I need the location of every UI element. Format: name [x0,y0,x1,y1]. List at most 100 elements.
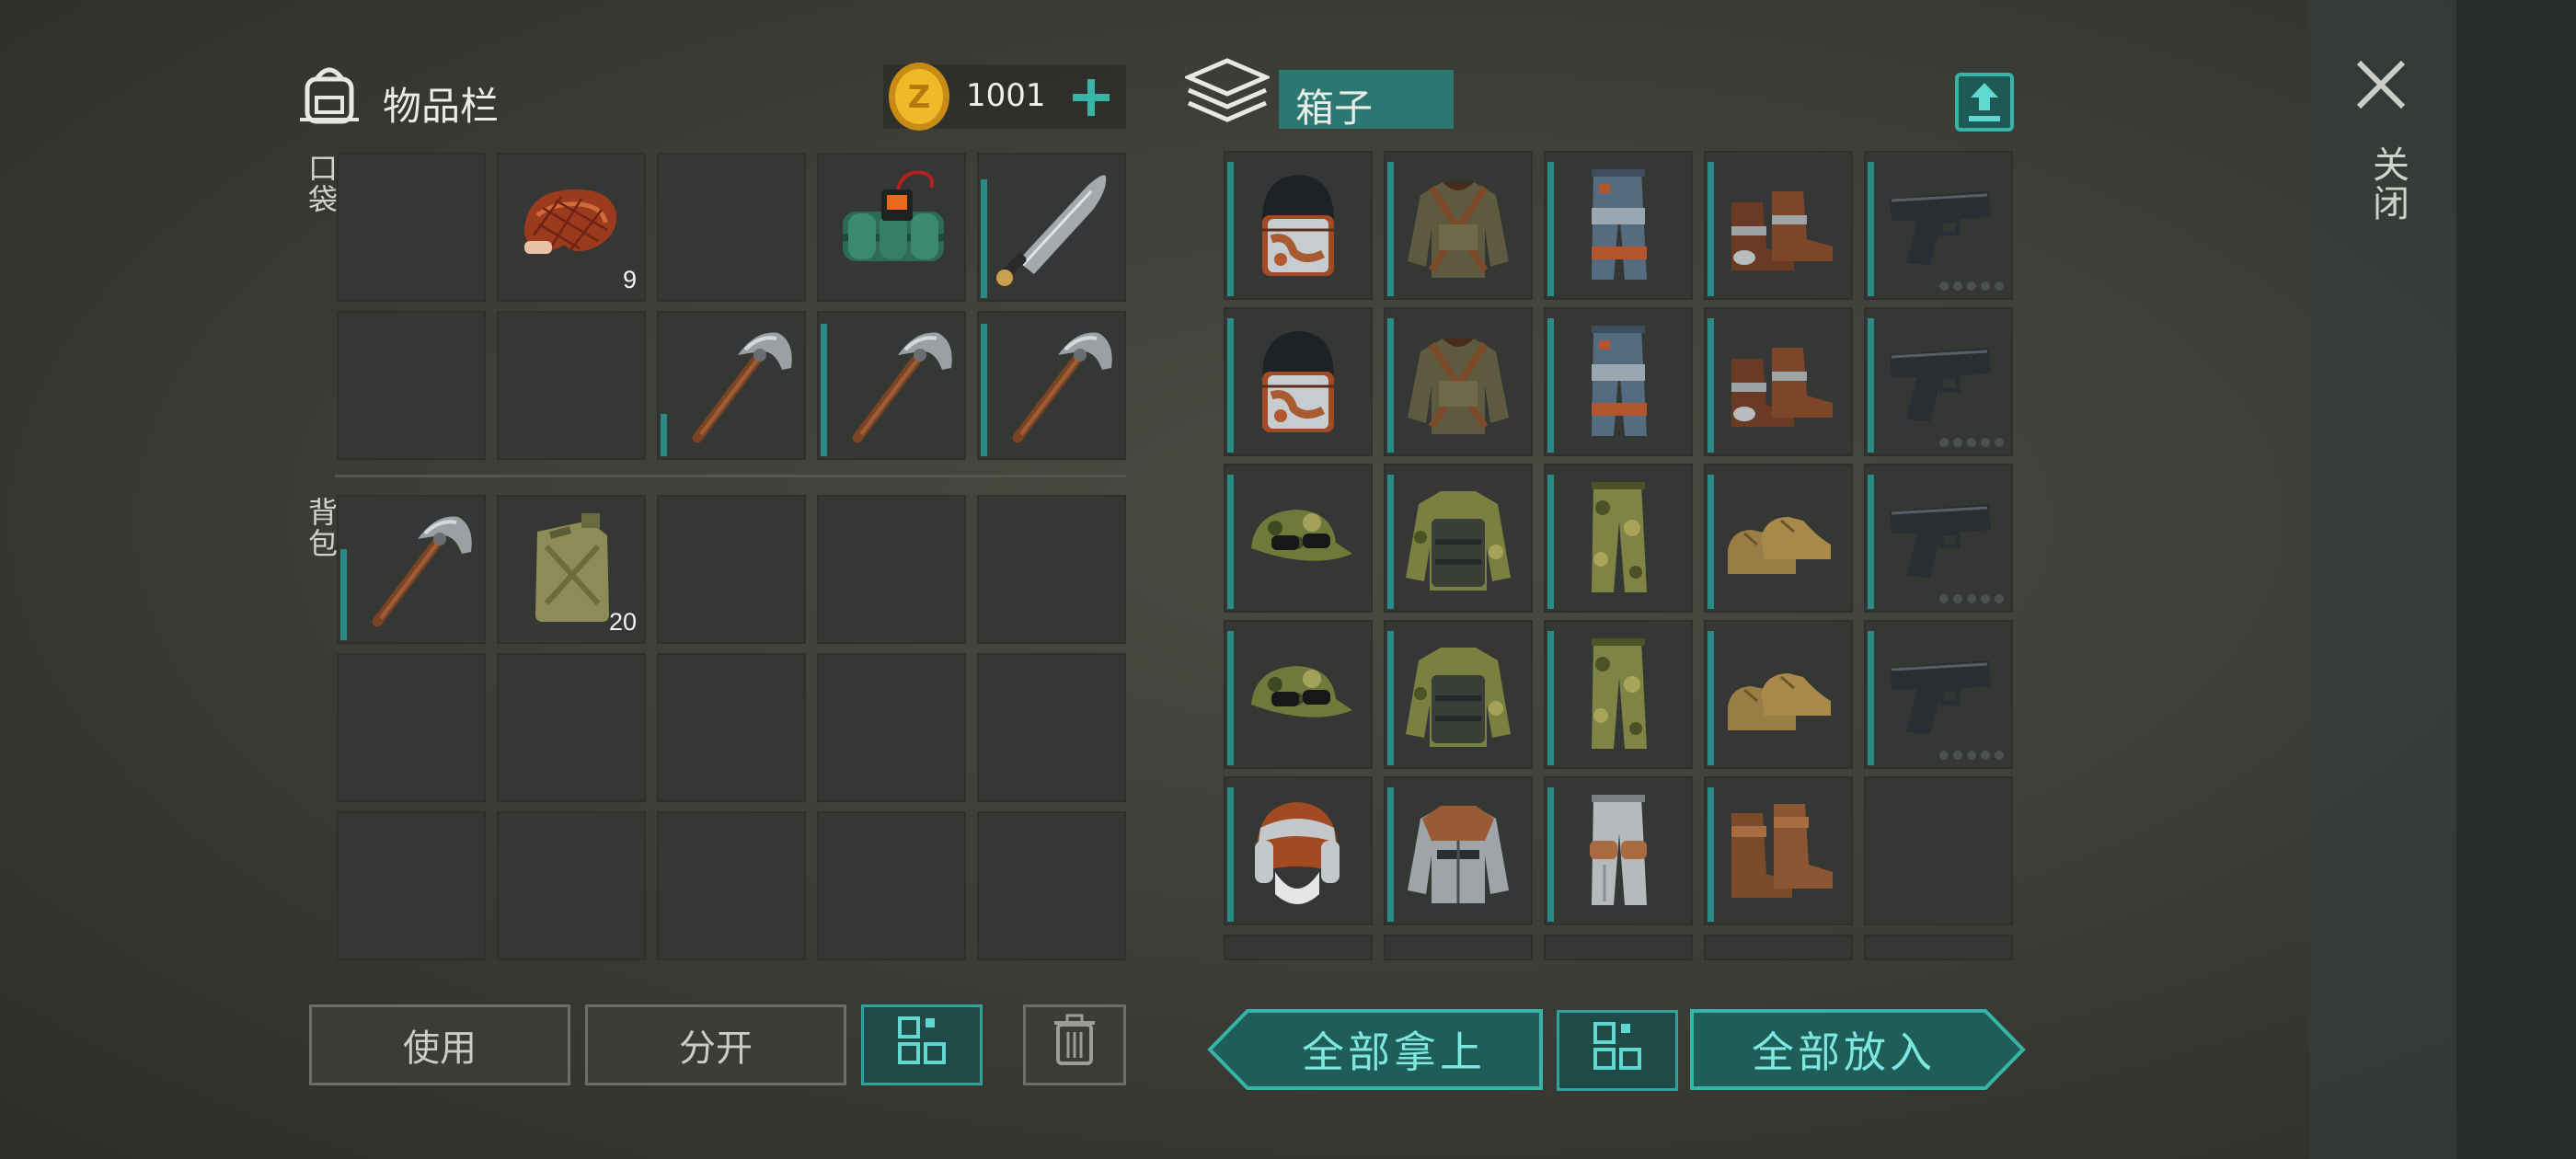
pocket-slot[interactable] [817,153,966,302]
durability-bar [1387,318,1394,453]
attachment-dots [1939,281,2004,291]
box-slot[interactable] [1704,620,1853,769]
backpack-slot[interactable] [337,653,486,802]
attachment-dots [1939,751,2004,760]
box-slot[interactable] [1224,935,1373,960]
box-slot[interactable] [1864,464,2013,613]
pocket-slot[interactable] [977,153,1126,302]
trash-icon [1052,1014,1097,1076]
durability-bar [1387,475,1394,609]
put-all-button[interactable]: 全部放入 [1689,1008,2026,1091]
box-slot[interactable] [1544,620,1693,769]
box-slot[interactable] [1224,307,1373,456]
durability-bar [1868,631,1874,765]
backpack-slot[interactable] [817,653,966,802]
sort-inventory-button[interactable] [861,1004,983,1085]
box-slot[interactable] [1704,307,1853,456]
grid-icon [896,1015,948,1075]
durability-bar [1868,475,1874,609]
pocket-slot[interactable] [337,311,486,460]
box-slot[interactable] [1224,151,1373,300]
pocket-slot[interactable] [337,153,486,302]
sort-box-button[interactable] [1557,1010,1678,1091]
durability-bar [1227,475,1234,609]
close-icon [2352,60,2410,118]
backpack-slot[interactable]: 20 [497,495,646,644]
use-button[interactable]: 使用 [309,1004,570,1085]
item-count: 9 [622,266,637,293]
box-slot[interactable] [1864,935,2013,960]
backpack-slot[interactable] [657,811,806,960]
box-slot[interactable] [1384,935,1533,960]
backpack-slot[interactable] [657,495,806,644]
box-slot[interactable] [1224,776,1373,925]
durability-bar [340,549,347,640]
backpack-slot[interactable] [497,653,646,802]
box-slot[interactable] [1224,464,1373,613]
box-slot[interactable] [1384,464,1533,613]
box-slot[interactable] [1704,776,1853,925]
backpack-slot[interactable] [497,811,646,960]
durability-bar [981,179,987,298]
durability-bar [1387,162,1394,296]
backpack-slot[interactable] [657,653,806,802]
pocket-slot[interactable] [817,311,966,460]
delete-button[interactable] [1023,1004,1126,1085]
durability-bar [1227,631,1234,765]
durability-bar [1708,162,1714,296]
take-all-button[interactable]: 全部拿上 [1207,1008,1544,1091]
box-slot[interactable] [1384,776,1533,925]
box-slot[interactable] [1544,307,1693,456]
pocket-slot[interactable]: 9 [497,153,646,302]
backpack-slot[interactable] [817,811,966,960]
pocket-slot[interactable] [977,311,1126,460]
box-slot[interactable] [1864,151,2013,300]
box-slot[interactable] [1544,935,1693,960]
box-slot[interactable] [1544,464,1693,613]
divider [335,475,1126,477]
pocket-slot[interactable] [497,311,646,460]
box-slot[interactable] [1384,620,1533,769]
pocket-slot[interactable] [657,311,806,460]
backpack-slot[interactable] [817,495,966,644]
durability-bar [1547,631,1554,765]
box-slot[interactable] [1704,935,1853,960]
backpack-slot[interactable] [337,495,486,644]
backpack-slot[interactable] [977,653,1126,802]
upload-button[interactable] [1954,72,2015,132]
grid-icon [1592,1020,1643,1081]
box-slot[interactable] [1544,776,1693,925]
backpack-slot[interactable] [977,495,1126,644]
box-slot[interactable] [1384,307,1533,456]
add-currency-button[interactable] [1067,74,1115,121]
backpack-icon [296,61,362,127]
durability-bar [1708,787,1714,922]
durability-bar [1708,631,1714,765]
box-title: 箱子 [1295,86,1374,131]
box-slot[interactable] [1544,151,1693,300]
backpack-slot[interactable] [337,811,486,960]
box-slot[interactable] [1864,620,2013,769]
backpack-slot[interactable] [977,811,1126,960]
durability-bar [1547,787,1554,922]
item-count: 20 [608,608,637,636]
durability-bar [1547,318,1554,453]
box-slot[interactable] [1224,620,1373,769]
box-slot[interactable] [1864,776,2013,925]
pocket-slot[interactable] [657,153,806,302]
upload-icon [1954,73,2015,136]
durability-bar [821,324,827,456]
attachment-dots [1939,594,2004,603]
box-slot[interactable] [1864,307,2013,456]
close-button[interactable]: 关闭 [2352,55,2416,239]
durability-bar [1387,631,1394,765]
durability-bar [981,324,987,456]
durability-bar [1547,162,1554,296]
box-slot[interactable] [1384,151,1533,300]
durability-bar [1387,787,1394,922]
close-label: 关闭 [2366,145,2409,223]
box-icon [1182,55,1272,134]
box-slot[interactable] [1704,151,1853,300]
split-button[interactable]: 分开 [585,1004,846,1085]
box-slot[interactable] [1704,464,1853,613]
